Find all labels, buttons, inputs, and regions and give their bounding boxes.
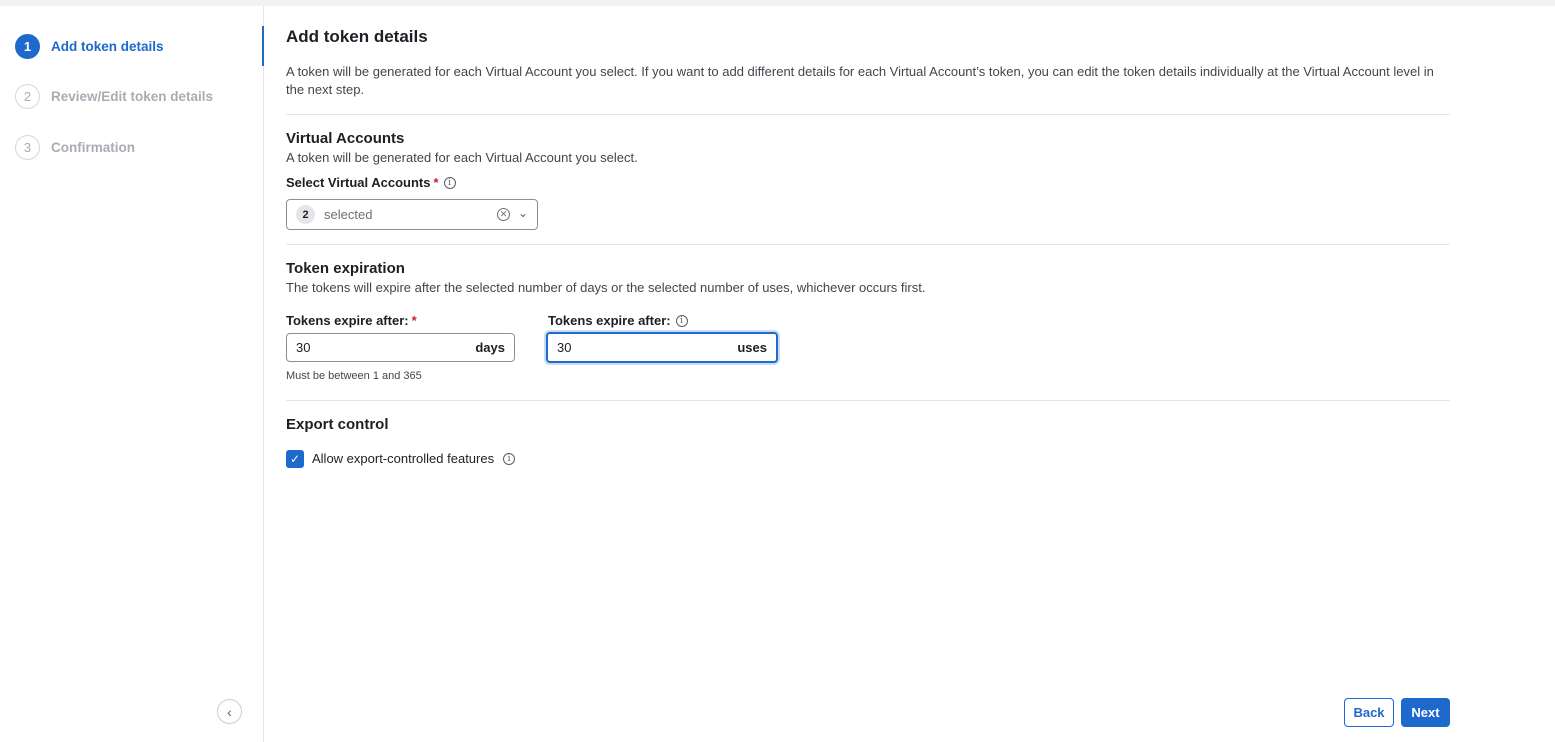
days-unit: days [475, 340, 505, 355]
required-marker: * [433, 175, 439, 190]
token-expiration-description: The tokens will expire after the selecte… [286, 280, 926, 295]
page-title: Add token details [286, 27, 428, 46]
step-label: Confirmation [51, 139, 135, 155]
step-confirmation[interactable]: 3 Confirmation [15, 134, 135, 160]
selected-text: selected [324, 207, 373, 222]
virtual-accounts-description: A token will be generated for each Virtu… [286, 150, 638, 165]
step-label: Review/Edit token details [51, 88, 214, 104]
field-label-text: Select Virtual Accounts [286, 175, 431, 190]
uses-unit: uses [737, 340, 767, 355]
step-review-edit-token-details[interactable]: 2 Review/Edit token details [15, 83, 213, 109]
chevron-down-icon[interactable]: ⌄ [518, 206, 528, 220]
next-button[interactable]: Next [1401, 698, 1450, 727]
expire-days-label: Tokens expire after: * [286, 313, 417, 328]
divider [286, 244, 1450, 245]
info-icon[interactable]: i [443, 176, 456, 189]
main-content: Add token details A token will be genera… [286, 6, 1450, 742]
checkmark-icon: ✓ [289, 452, 301, 466]
export-control-label[interactable]: Allow export-controlled features i [312, 451, 516, 466]
step-number: 1 [15, 33, 40, 59]
step-add-token-details[interactable]: 1 Add token details [15, 33, 164, 59]
back-button[interactable]: Back [1344, 698, 1394, 727]
divider [286, 400, 1450, 401]
active-step-indicator [262, 26, 264, 66]
virtual-accounts-multiselect[interactable]: 2 selected ✕ ⌄ [286, 199, 538, 230]
field-label-text: Tokens expire after: [548, 313, 671, 328]
expire-days-input[interactable]: 30 days [286, 333, 515, 362]
virtual-accounts-title: Virtual Accounts [286, 130, 405, 147]
uses-value: 30 [557, 340, 572, 355]
info-icon[interactable]: i [675, 314, 688, 327]
token-expiration-title: Token expiration [286, 260, 405, 277]
expire-uses-input[interactable]: 30 uses [546, 332, 778, 363]
intro-text: A token will be generated for each Virtu… [286, 64, 1434, 97]
required-marker: * [411, 313, 417, 328]
field-label-text: Tokens expire after: [286, 313, 409, 328]
step-number: 2 [15, 83, 40, 109]
collapse-sidebar-button[interactable]: ‹ [217, 699, 242, 724]
clear-icon[interactable]: ✕ [497, 208, 510, 221]
days-helper-text: Must be between 1 and 365 [286, 370, 422, 382]
select-virtual-accounts-label: Select Virtual Accounts * i [286, 175, 456, 190]
stepper-sidebar: 1 Add token details 2 Review/Edit token … [0, 6, 264, 742]
export-control-checkbox[interactable]: ✓ [286, 450, 304, 468]
days-value: 30 [296, 340, 311, 355]
checkbox-label-text: Allow export-controlled features [312, 451, 495, 466]
divider [286, 114, 1450, 115]
chevron-left-icon: ‹ [227, 703, 232, 720]
step-number: 3 [15, 134, 40, 160]
export-control-title: Export control [286, 416, 389, 433]
selected-count-badge: 2 [296, 205, 315, 224]
info-icon[interactable]: i [503, 452, 516, 465]
step-label: Add token details [51, 38, 164, 54]
expire-uses-label: Tokens expire after: i [548, 313, 688, 328]
